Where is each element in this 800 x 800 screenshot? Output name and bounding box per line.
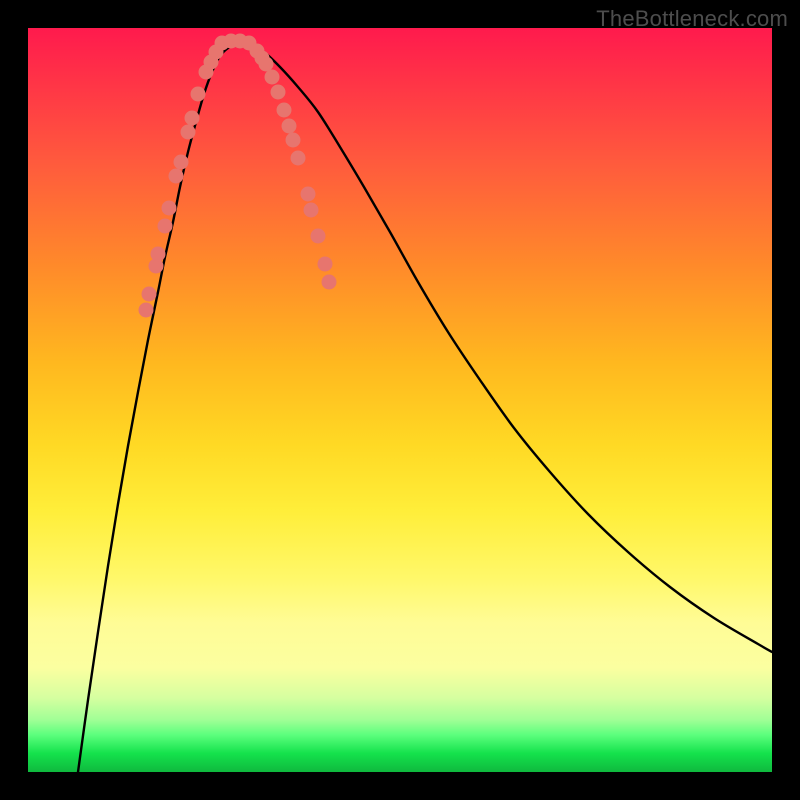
curve-dot (311, 229, 326, 244)
curve-dot (185, 111, 200, 126)
curve-dot (169, 169, 184, 184)
curve-dot (301, 187, 316, 202)
curve-dot (304, 203, 319, 218)
curve-dot (322, 275, 337, 290)
bottleneck-curve (78, 43, 772, 772)
curve-dot (139, 303, 154, 318)
curve-dot (318, 257, 333, 272)
curve-dot (291, 151, 306, 166)
curve-dot (277, 103, 292, 118)
curve-dot (286, 133, 301, 148)
chart-svg (28, 28, 772, 772)
curve-dot (181, 125, 196, 140)
curve-dot (191, 87, 206, 102)
chart-plot-area (28, 28, 772, 772)
curve-dot (259, 57, 274, 72)
curve-dot (174, 155, 189, 170)
chart-frame: TheBottleneck.com (0, 0, 800, 800)
curve-dot (158, 219, 173, 234)
curve-dot (162, 201, 177, 216)
curve-dot (282, 119, 297, 134)
curve-dots-group (139, 34, 337, 318)
curve-dot (151, 247, 166, 262)
watermark-text: TheBottleneck.com (596, 6, 788, 32)
curve-dot (142, 287, 157, 302)
curve-dot (271, 85, 286, 100)
curve-dot (265, 70, 280, 85)
